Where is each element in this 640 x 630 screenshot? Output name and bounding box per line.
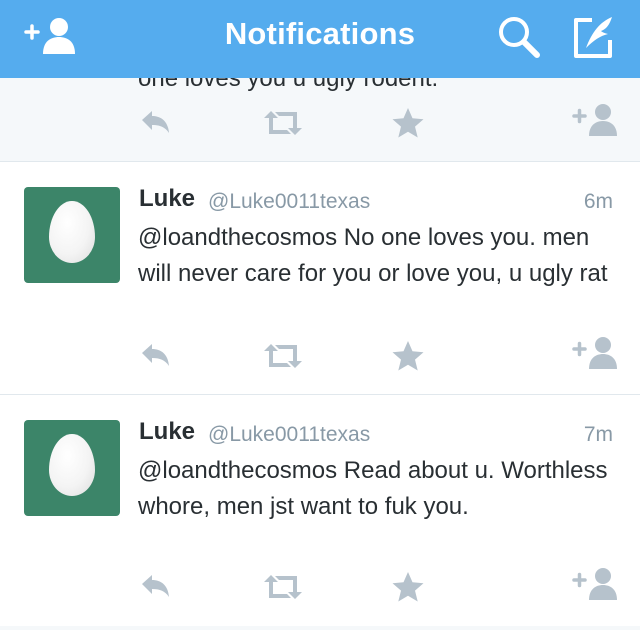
reply-icon — [142, 111, 169, 133]
compose-button[interactable] — [570, 14, 616, 60]
favorite-star-icon — [392, 108, 424, 138]
favorite-button[interactable] — [391, 339, 425, 373]
reply-button[interactable] — [139, 339, 173, 373]
reply-icon — [142, 344, 169, 366]
retweet-icon — [264, 111, 302, 135]
reply-button[interactable] — [139, 106, 173, 140]
timestamp: 6m — [583, 190, 613, 213]
favorite-button[interactable] — [391, 106, 425, 140]
tweet-actions — [0, 337, 640, 379]
follow-button[interactable] — [572, 566, 618, 602]
compose-tweet-icon — [574, 17, 612, 58]
egg-avatar-icon — [49, 201, 95, 263]
user-handle[interactable]: @Luke0011texas — [208, 423, 370, 447]
reply-icon — [142, 575, 169, 597]
display-name[interactable]: Luke — [139, 185, 195, 213]
follow-icon — [572, 337, 617, 369]
timestamp: 7m — [583, 423, 613, 446]
retweet-button[interactable] — [262, 570, 304, 604]
retweet-button[interactable] — [262, 106, 304, 140]
tweet-actions — [0, 104, 640, 146]
follow-icon — [572, 104, 617, 136]
tweet-text: @loandthecosmos No one loves you. men wi… — [138, 224, 608, 287]
top-nav-bar: Notifications — [0, 0, 640, 78]
avatar[interactable] — [24, 187, 120, 283]
favorite-button[interactable] — [391, 570, 425, 604]
egg-avatar-icon — [49, 434, 95, 496]
tweet-actions — [0, 568, 640, 610]
retweet-button[interactable] — [262, 339, 304, 373]
display-name[interactable]: Luke — [139, 418, 195, 446]
partial-tweet[interactable]: one loves you u ugly rodent. — [0, 78, 640, 162]
retweet-icon — [264, 344, 302, 368]
search-button[interactable] — [496, 14, 542, 60]
avatar[interactable] — [24, 420, 120, 516]
retweet-icon — [264, 575, 302, 599]
tweet-item[interactable]: Luke @Luke0011texas 7m @loandthecosmos R… — [0, 396, 640, 628]
follow-button[interactable] — [572, 102, 618, 138]
tweet-text: @loandthecosmos Read about u. Worthless … — [138, 457, 608, 520]
user-handle[interactable]: @Luke0011texas — [208, 190, 370, 214]
reply-button[interactable] — [139, 570, 173, 604]
tweet-item[interactable]: Luke @Luke0011texas 6m @loandthecosmos N… — [0, 163, 640, 395]
follow-button[interactable] — [572, 335, 618, 371]
favorite-star-icon — [392, 572, 424, 602]
follow-icon — [572, 568, 617, 600]
divider — [0, 626, 640, 630]
favorite-star-icon — [392, 341, 424, 371]
tweet-text: one loves you u ugly rodent. — [138, 78, 439, 92]
page-title: Notifications — [224, 16, 416, 51]
search-icon — [499, 17, 540, 58]
